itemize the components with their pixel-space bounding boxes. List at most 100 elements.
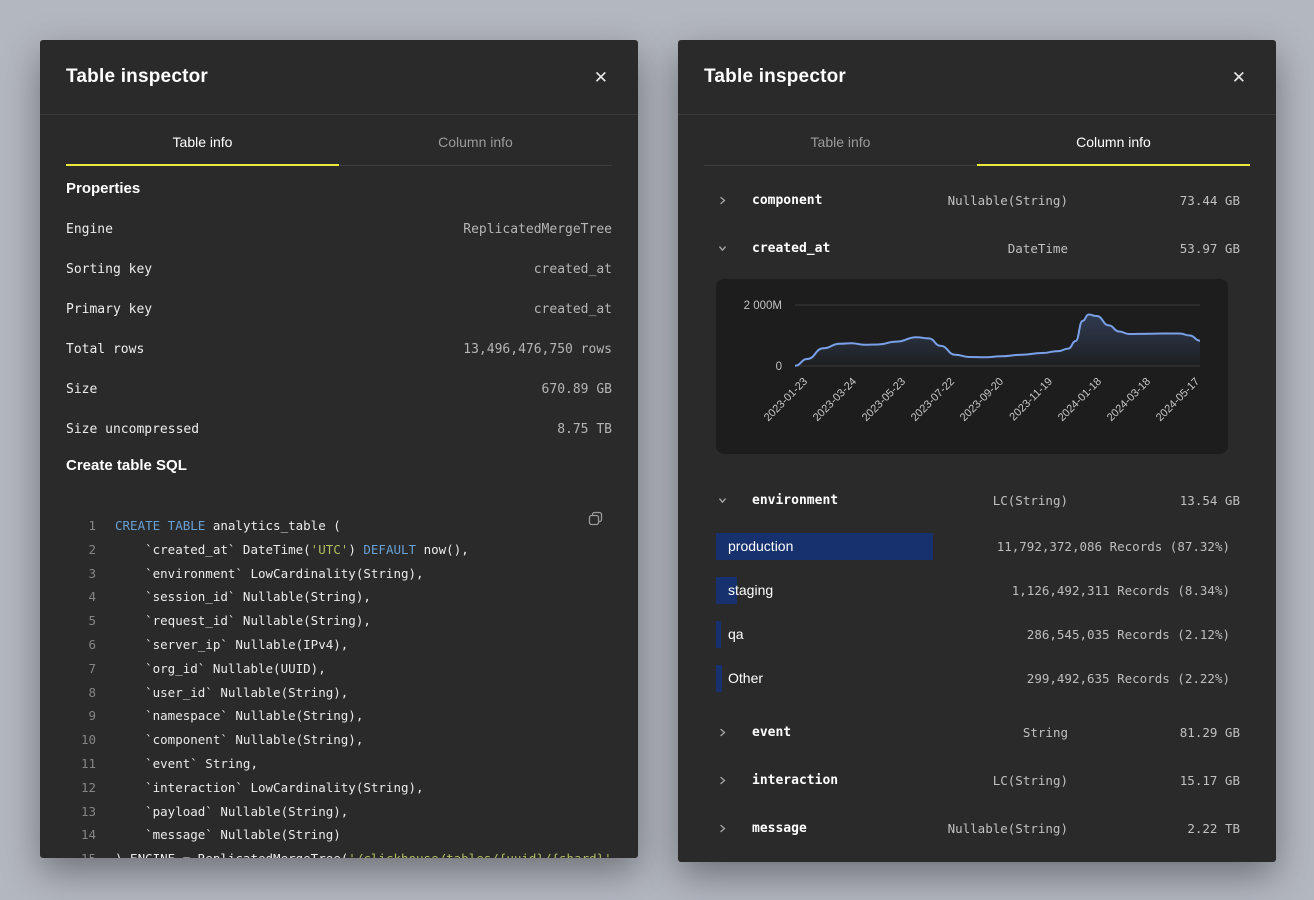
table-info-panel: Properties EngineReplicatedMergeTreeSort… xyxy=(40,180,638,858)
sql-line-number: 4 xyxy=(66,585,96,609)
distribution-bar-track: staging xyxy=(716,577,984,604)
sql-line-code: ) ENGINE = ReplicatedMergeTree('/clickho… xyxy=(115,847,612,858)
property-label: Size uncompressed xyxy=(66,422,199,437)
sql-token: `org_id` Nullable(UUID), xyxy=(115,661,326,676)
column-type: LC(String) xyxy=(868,493,1068,508)
column-size: 13.54 GB xyxy=(1068,493,1240,508)
column-name: message xyxy=(752,821,868,836)
property-label: Engine xyxy=(66,222,113,237)
sql-token: `session_id` Nullable(String), xyxy=(115,589,371,604)
column-row-message[interactable]: messageNullable(String)2.22 TB xyxy=(678,804,1276,852)
x-axis-tick-label: 2023-05-23 xyxy=(860,376,908,424)
tab-table-info[interactable]: Table info xyxy=(66,115,339,166)
column-row-created_at[interactable]: created_atDateTime53.97 GB xyxy=(678,224,1276,272)
sql-line: 5 `request_id` Nullable(String), xyxy=(66,609,612,633)
column-row-environment[interactable]: environmentLC(String)13.54 GB xyxy=(678,476,1276,524)
column-list: componentNullable(String)73.44 GBcreated… xyxy=(678,176,1276,852)
sql-line-code: `environment` LowCardinality(String), xyxy=(115,562,424,586)
sql-token: analytics_table ( xyxy=(205,518,340,533)
distribution-bar-track: production xyxy=(716,533,984,560)
sql-token: `environment` LowCardinality(String), xyxy=(115,566,424,581)
sql-token: `namespace` Nullable(String), xyxy=(115,708,363,723)
sql-line-code: CREATE TABLE analytics_table ( xyxy=(115,514,341,538)
property-value: 13,496,476,750 rows xyxy=(463,342,612,357)
sql-token: ) ENGINE = ReplicatedMergeTree( xyxy=(115,851,348,858)
environment-value-label: qa xyxy=(716,626,744,642)
chevron-right-icon xyxy=(717,823,728,834)
property-value: created_at xyxy=(534,302,612,317)
sql-token: `component` Nullable(String), xyxy=(115,732,363,747)
column-size: 53.97 GB xyxy=(1068,241,1240,256)
property-label: Total rows xyxy=(66,342,144,357)
sql-line-number: 3 xyxy=(66,562,96,586)
sql-token: ) xyxy=(348,542,363,557)
property-row: Total rows 13,496,476,750 rows xyxy=(66,329,612,369)
sql-lines: 1CREATE TABLE analytics_table (2 `create… xyxy=(66,514,612,858)
x-axis-tick-label: 2023-09-20 xyxy=(958,376,1006,424)
y-axis-tick-label: 2 000M xyxy=(744,300,782,312)
sql-line: 14 `message` Nullable(String) xyxy=(66,823,612,847)
sql-line: 6 `server_ip` Nullable(IPv4), xyxy=(66,633,612,657)
chevron-down-icon xyxy=(717,495,728,506)
property-value: 8.75 TB xyxy=(557,422,612,437)
sql-line-number: 1 xyxy=(66,514,96,538)
environment-value-label: staging xyxy=(716,582,773,598)
sql-line-number: 10 xyxy=(66,728,96,752)
environment-value-count: 1,126,492,311 Records (8.34%) xyxy=(984,583,1240,598)
sql-line-code: `interaction` LowCardinality(String), xyxy=(115,776,424,800)
x-axis-tick-label: 2024-03-18 xyxy=(1105,376,1153,424)
tab-bar: Table info Column info xyxy=(66,115,612,166)
close-icon[interactable]: ✕ xyxy=(588,65,614,90)
sql-line-number: 11 xyxy=(66,752,96,776)
sql-line: 7 `org_id` Nullable(UUID), xyxy=(66,657,612,681)
sql-token: `user_id` Nullable(String), xyxy=(115,685,348,700)
sql-line-code: `request_id` Nullable(String), xyxy=(115,609,371,633)
column-name: event xyxy=(752,725,868,740)
column-name: interaction xyxy=(752,773,868,788)
distribution-bar-track: qa xyxy=(716,621,984,648)
close-icon[interactable]: ✕ xyxy=(1226,65,1252,90)
sql-line-number: 5 xyxy=(66,609,96,633)
environment-value-label: production xyxy=(716,538,793,554)
column-name: environment xyxy=(752,493,868,508)
column-type: String xyxy=(868,725,1068,740)
environment-value-row: Other 299,492,635 Records (2.22%) xyxy=(716,656,1240,700)
x-axis-tick-label: 2024-01-18 xyxy=(1056,376,1104,424)
distribution-bar-track: Other xyxy=(716,665,984,692)
environment-value-label: Other xyxy=(716,670,763,686)
chevron-right-icon xyxy=(717,727,728,738)
sql-token: `created_at` DateTime( xyxy=(115,542,311,557)
column-row-component[interactable]: componentNullable(String)73.44 GB xyxy=(678,176,1276,224)
sql-line: 11 `event` String, xyxy=(66,752,612,776)
property-row: Sorting keycreated_at xyxy=(66,249,612,289)
sql-line: 1 CREATE TABLE analytics_table ( xyxy=(66,514,612,538)
dialog-title: Table inspector xyxy=(704,66,846,88)
dialog-header: Table inspector ✕ xyxy=(40,40,638,115)
sql-line: 2 `created_at` DateTime('UTC') DEFAULT n… xyxy=(66,538,612,562)
tab-table-info[interactable]: Table info xyxy=(704,115,977,166)
sql-line: 10 `component` Nullable(String), xyxy=(66,728,612,752)
tab-column-info[interactable]: Column info xyxy=(339,115,612,166)
sql-line: 15) ENGINE = ReplicatedMergeTree('/click… xyxy=(66,847,612,858)
column-size: 81.29 GB xyxy=(1068,725,1240,740)
environment-value-row: qa286,545,035 Records (2.12%) xyxy=(716,612,1240,656)
property-label: Primary key xyxy=(66,302,152,317)
property-row: Primary key created_at xyxy=(66,289,612,329)
sql-line-number: 2 xyxy=(66,538,96,562)
created-at-distribution-chart: 2 000M02023-01-232023-03-242023-05-23202… xyxy=(716,279,1228,454)
property-row: Size uncompressed 8.75 TB xyxy=(66,409,612,449)
dialog-header: Table inspector ✕ xyxy=(678,40,1276,115)
sql-token: CREATE TABLE xyxy=(115,518,205,533)
sql-token: '/clickhouse/tables/{uuid}/{shard}' xyxy=(348,851,611,858)
x-axis-tick-label: 2024-05-17 xyxy=(1154,376,1202,424)
column-row-interaction[interactable]: interactionLC(String)15.17 GB xyxy=(678,756,1276,804)
tab-column-info[interactable]: Column info xyxy=(977,115,1250,166)
column-type: Nullable(String) xyxy=(868,821,1068,836)
sql-line-code: `server_ip` Nullable(IPv4), xyxy=(115,633,348,657)
environment-value-count: 299,492,635 Records (2.22%) xyxy=(984,671,1240,686)
copy-icon[interactable] xyxy=(585,508,606,532)
sql-token: `payload` Nullable(String), xyxy=(115,804,348,819)
sql-line-code: `created_at` DateTime('UTC') DEFAULT now… xyxy=(115,538,469,562)
sql-token: `interaction` LowCardinality(String), xyxy=(115,780,424,795)
column-row-event[interactable]: eventString81.29 GB xyxy=(678,708,1276,756)
